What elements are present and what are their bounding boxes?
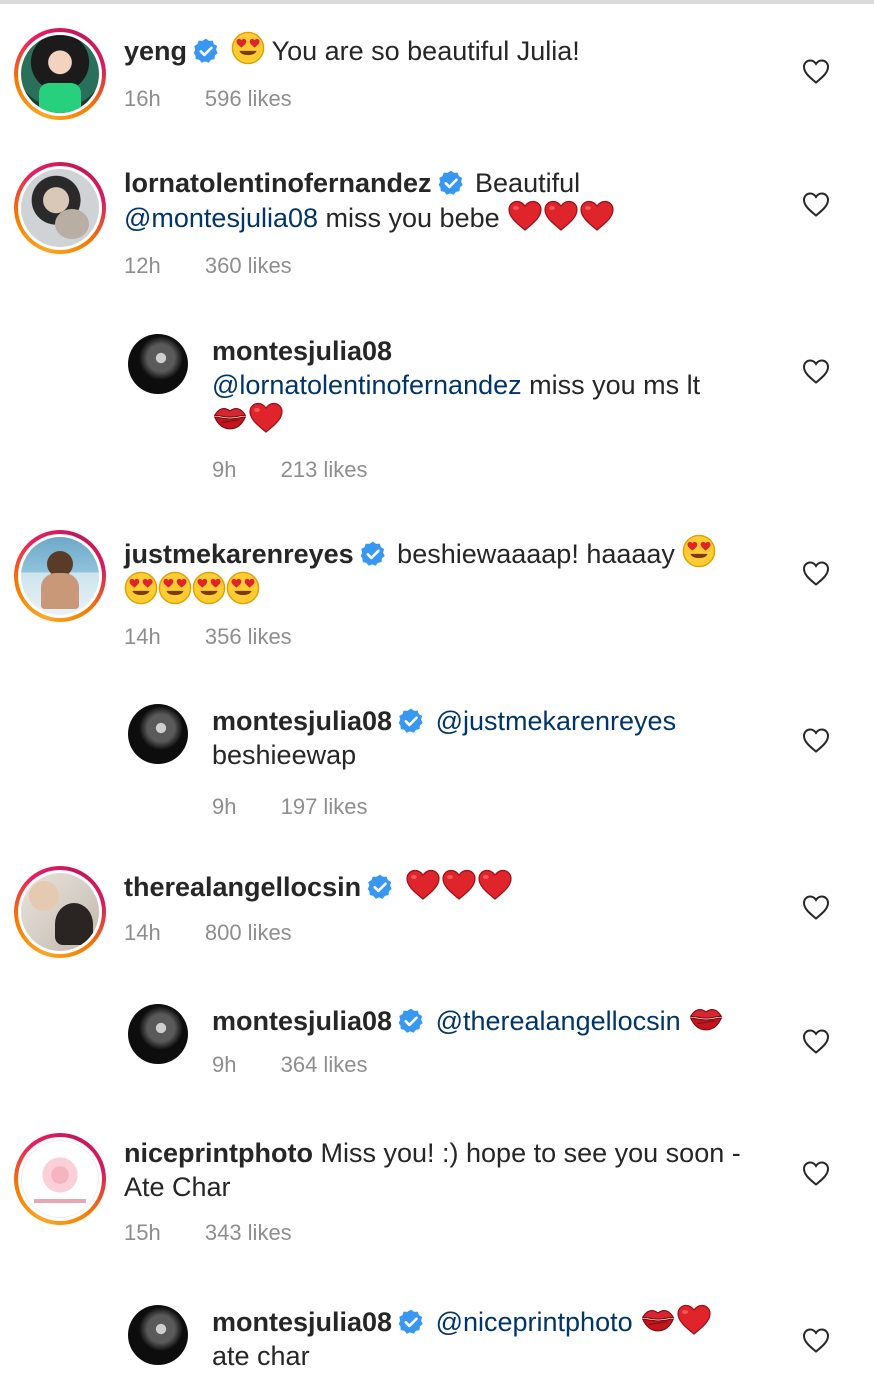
- comment-text: beshiewaaaap! haaaay: [397, 539, 675, 569]
- kiss-mark-emoji: [212, 402, 248, 434]
- avatar[interactable]: [128, 1305, 188, 1365]
- like-heart-icon[interactable]: [801, 1326, 831, 1354]
- comment-mention[interactable]: @lornatolentinofernandez: [212, 370, 522, 400]
- like-heart-icon[interactable]: [801, 57, 831, 85]
- comment-time: 9h: [212, 794, 237, 819]
- comment-time: 9h: [212, 1052, 237, 1077]
- red-heart-emoji: [248, 402, 284, 434]
- top-divider: [0, 0, 874, 4]
- like-heart-icon[interactable]: [801, 190, 831, 218]
- verified-badge-icon: [398, 1008, 424, 1034]
- comment-mention[interactable]: @niceprintphoto: [436, 1307, 633, 1337]
- verified-badge-icon: [438, 170, 464, 196]
- comment-time: 9h: [212, 457, 237, 482]
- like-heart-icon[interactable]: [801, 559, 831, 587]
- comment-text: You are so beautiful Julia!: [271, 36, 580, 66]
- comment-username[interactable]: montesjulia08: [212, 706, 392, 736]
- comment-username[interactable]: justmekarenreyes: [124, 539, 354, 569]
- like-heart-icon[interactable]: [801, 1159, 831, 1187]
- comment-username[interactable]: montesjulia08: [212, 336, 392, 366]
- comment-likes[interactable]: 360 likes: [205, 253, 292, 278]
- comment-text: miss you ms lt: [529, 370, 701, 400]
- comment-likes[interactable]: 356 likes: [205, 624, 292, 649]
- avatar[interactable]: [14, 162, 106, 254]
- verified-badge-icon: [193, 38, 219, 64]
- red-heart-emoji: [405, 869, 441, 901]
- avatar[interactable]: [128, 704, 188, 764]
- heart-eyes-emoji: [682, 534, 716, 568]
- avatar[interactable]: [128, 334, 188, 394]
- red-heart-emoji: [441, 869, 477, 901]
- heart-eyes-emoji: [231, 31, 265, 65]
- comment-username[interactable]: therealangellocsin: [124, 872, 361, 902]
- like-heart-icon[interactable]: [801, 726, 831, 754]
- comment-likes[interactable]: 213 likes: [281, 457, 368, 482]
- avatar[interactable]: [128, 1004, 188, 1064]
- avatar[interactable]: [14, 28, 106, 120]
- verified-badge-icon: [398, 708, 424, 734]
- red-heart-emoji: [543, 200, 579, 232]
- comment-text: ate char: [212, 1341, 310, 1371]
- red-heart-emoji: [507, 200, 543, 232]
- verified-badge-icon: [360, 541, 386, 567]
- comment-username[interactable]: montesjulia08: [212, 1006, 392, 1036]
- comment-username[interactable]: niceprintphoto: [124, 1138, 313, 1168]
- verified-badge-icon: [398, 1309, 424, 1335]
- red-heart-emoji: [676, 1304, 712, 1336]
- comment-likes[interactable]: 197 likes: [281, 794, 368, 819]
- like-heart-icon[interactable]: [801, 1027, 831, 1055]
- kiss-mark-emoji: [688, 1003, 724, 1035]
- comment-time: 16h: [124, 86, 161, 111]
- comment-time: 14h: [124, 624, 161, 649]
- avatar[interactable]: [14, 866, 106, 958]
- comment-username[interactable]: yeng: [124, 36, 187, 66]
- like-heart-icon[interactable]: [801, 357, 831, 385]
- heart-eyes-emoji: [226, 571, 260, 605]
- comment-username[interactable]: montesjulia08: [212, 1307, 392, 1337]
- comment-username[interactable]: lornatolentinofernandez: [124, 168, 432, 198]
- comment-mention[interactable]: @justmekarenreyes: [436, 706, 677, 736]
- comment-likes[interactable]: 596 likes: [205, 86, 292, 111]
- red-heart-emoji: [477, 869, 513, 901]
- kiss-mark-emoji: [640, 1304, 676, 1336]
- comment-time: 14h: [124, 920, 161, 945]
- heart-eyes-emoji: [124, 571, 158, 605]
- avatar[interactable]: [14, 530, 106, 622]
- comment-time: 12h: [124, 253, 161, 278]
- comment-likes[interactable]: 364 likes: [281, 1052, 368, 1077]
- heart-eyes-emoji: [192, 571, 226, 605]
- comment-likes[interactable]: 343 likes: [205, 1220, 292, 1245]
- comment-text: miss you bebe: [325, 203, 500, 233]
- avatar[interactable]: [14, 1133, 106, 1225]
- comment-time: 15h: [124, 1220, 161, 1245]
- heart-eyes-emoji: [158, 571, 192, 605]
- comment-likes[interactable]: 800 likes: [205, 920, 292, 945]
- verified-badge-icon: [367, 874, 393, 900]
- red-heart-emoji: [579, 200, 615, 232]
- comment-text: Beautiful: [475, 168, 581, 198]
- comment-text: beshieewap: [212, 740, 357, 770]
- comment-mention[interactable]: @therealangellocsin: [436, 1006, 681, 1036]
- like-heart-icon[interactable]: [801, 893, 831, 921]
- comment-mention[interactable]: @montesjulia08: [124, 203, 318, 233]
